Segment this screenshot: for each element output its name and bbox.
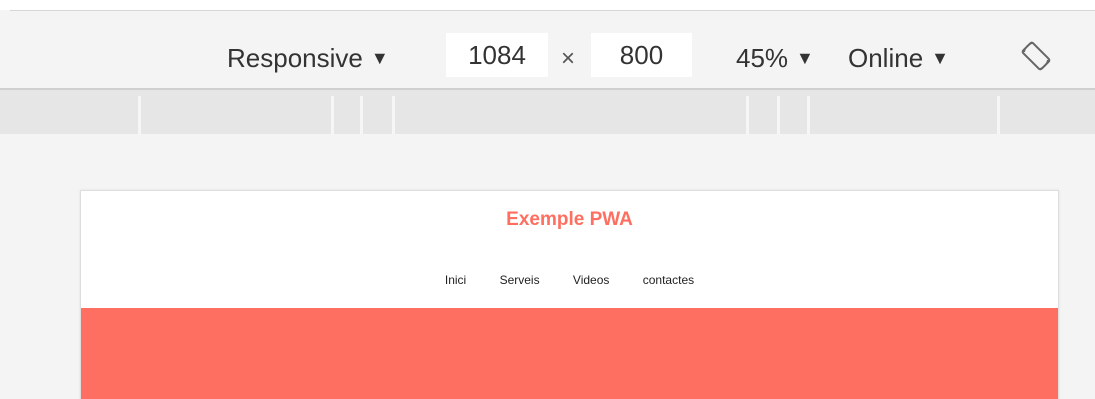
- nav-link-inici[interactable]: Inici: [445, 273, 466, 287]
- top-strip: [0, 0, 1095, 10]
- width-input[interactable]: [446, 33, 548, 77]
- times-icon: ×: [561, 45, 576, 72]
- rotate-icon: [1021, 41, 1051, 71]
- network-throttle-select[interactable]: Online ▼: [848, 40, 949, 76]
- chevron-down-icon: ▼: [796, 48, 814, 68]
- media-query-marker[interactable]: [997, 96, 1000, 134]
- media-query-marker[interactable]: [331, 96, 334, 134]
- height-input[interactable]: [591, 33, 692, 77]
- media-query-marker[interactable]: [392, 96, 395, 134]
- media-query-bar[interactable]: [0, 90, 1095, 134]
- media-query-marker[interactable]: [138, 96, 141, 134]
- media-query-marker[interactable]: [746, 96, 749, 134]
- media-query-marker[interactable]: [777, 96, 780, 134]
- zoom-select-label: 45%: [736, 43, 789, 73]
- site-nav: Inici Serveis Videos contactes: [81, 273, 1058, 287]
- device-select-label: Responsive: [227, 43, 363, 73]
- devtools-device-emulation: Responsive ▼ × 45% ▼ Online ▼: [0, 0, 1095, 399]
- network-select-label: Online: [848, 43, 924, 73]
- zoom-select[interactable]: 45% ▼: [736, 40, 814, 76]
- hero-banner: [81, 308, 1058, 399]
- nav-link-serveis[interactable]: Serveis: [500, 273, 540, 287]
- nav-link-contactes[interactable]: contactes: [643, 273, 694, 287]
- rotate-button[interactable]: [1018, 38, 1054, 74]
- emulated-page-viewport[interactable]: Exemple PWA Inici Serveis Videos contact…: [80, 190, 1059, 399]
- device-select[interactable]: Responsive ▼: [227, 40, 389, 76]
- media-query-marker[interactable]: [360, 96, 363, 134]
- device-toolbar: Responsive ▼ × 45% ▼ Online ▼: [0, 11, 1095, 88]
- media-query-marker[interactable]: [807, 96, 810, 134]
- site-title: Exemple PWA: [506, 209, 633, 230]
- nav-link-videos[interactable]: Videos: [573, 273, 609, 287]
- chevron-down-icon: ▼: [931, 48, 949, 68]
- chevron-down-icon: ▼: [370, 48, 389, 68]
